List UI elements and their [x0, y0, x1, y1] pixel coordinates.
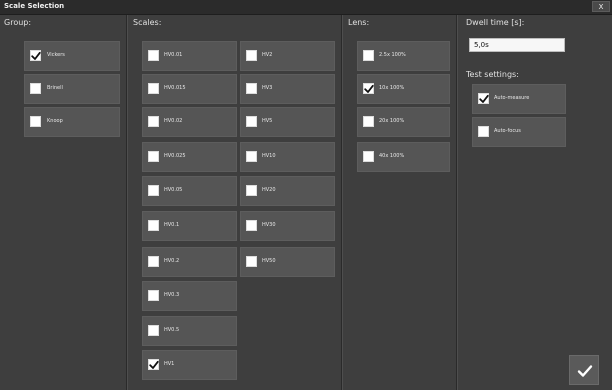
checkbox[interactable] — [246, 185, 257, 196]
lens-label: 20x 100% — [379, 118, 405, 124]
scale-hv10-button[interactable]: HV10 — [240, 142, 335, 172]
lens-2-5x-button[interactable]: 2.5x 100% — [357, 41, 450, 71]
checkbox[interactable] — [148, 220, 159, 231]
scale-label: HV2 — [262, 52, 273, 58]
scale-label: HV0.01 — [164, 52, 183, 58]
lens-20x-button[interactable]: 20x 100% — [357, 107, 450, 137]
checkbox[interactable] — [148, 151, 159, 162]
scale-hv0-02-button[interactable]: HV0.02 — [142, 107, 237, 137]
scale-hv0-5-button[interactable]: HV0.5 — [142, 316, 237, 346]
checkmark-icon — [31, 51, 41, 60]
group-vickers-button[interactable]: Vickers — [24, 41, 120, 71]
scale-label: HV0.3 — [164, 292, 180, 298]
lens-heading: Lens: — [348, 18, 370, 27]
checkbox[interactable] — [30, 83, 41, 94]
scale-hv0-025-button[interactable]: HV0.025 — [142, 142, 237, 172]
checkbox[interactable] — [478, 126, 489, 137]
confirm-button[interactable] — [569, 355, 599, 385]
checkbox[interactable] — [363, 151, 374, 162]
scale-hv20-button[interactable]: HV20 — [240, 176, 335, 206]
auto-focus-button[interactable]: Auto-focus — [472, 117, 566, 147]
checkbox[interactable] — [363, 50, 374, 61]
checkbox[interactable] — [363, 83, 374, 94]
scale-label: HV0.1 — [164, 222, 180, 228]
setting-label: Auto-focus — [494, 128, 521, 134]
checkbox[interactable] — [246, 220, 257, 231]
title-bar: Scale Selection X — [0, 0, 612, 15]
scale-label: HV0.025 — [164, 153, 186, 159]
confirm-check-icon — [577, 365, 593, 377]
checkbox[interactable] — [246, 83, 257, 94]
scale-label: HV1 — [164, 361, 175, 367]
lens-label: 2.5x 100% — [379, 52, 406, 58]
separator — [341, 15, 343, 390]
group-brinell-button[interactable]: Brinell — [24, 74, 120, 104]
auto-measure-button[interactable]: Auto-measure — [472, 84, 566, 114]
scale-label: HV30 — [262, 222, 276, 228]
lens-40x-button[interactable]: 40x 100% — [357, 142, 450, 172]
checkbox[interactable] — [246, 116, 257, 127]
lens-label: 40x 100% — [379, 153, 405, 159]
lens-label: 10x 100% — [379, 85, 405, 91]
scale-hv0-015-button[interactable]: HV0.015 — [142, 74, 237, 104]
group-item-label: Vickers — [47, 52, 65, 58]
scale-hv0-2-button[interactable]: HV0.2 — [142, 247, 237, 277]
close-button[interactable]: X — [592, 1, 610, 12]
scale-hv1-button[interactable]: HV1 — [142, 350, 237, 380]
scale-label: HV0.015 — [164, 85, 186, 91]
window-title: Scale Selection — [4, 2, 65, 10]
checkmark-icon — [364, 84, 374, 93]
group-knoop-button[interactable]: Knoop — [24, 107, 120, 137]
scale-label: HV5 — [262, 118, 273, 124]
scale-label: HV20 — [262, 187, 276, 193]
scales-heading: Scales: — [133, 18, 162, 27]
scale-label: HV0.2 — [164, 258, 180, 264]
checkbox[interactable] — [148, 359, 159, 370]
scale-hv0-1-button[interactable]: HV0.1 — [142, 211, 237, 241]
lens-10x-button[interactable]: 10x 100% — [357, 74, 450, 104]
checkmark-icon — [149, 360, 159, 369]
scale-hv0-05-button[interactable]: HV0.05 — [142, 176, 237, 206]
dwell-heading: Dwell time [s]: — [466, 18, 525, 27]
separator — [456, 15, 458, 390]
scale-hv2-button[interactable]: HV2 — [240, 41, 335, 71]
scale-label: HV10 — [262, 153, 276, 159]
separator — [126, 15, 128, 390]
scale-label: HV50 — [262, 258, 276, 264]
checkbox[interactable] — [148, 116, 159, 127]
group-item-label: Brinell — [47, 85, 63, 91]
group-item-label: Knoop — [47, 118, 63, 124]
checkbox[interactable] — [246, 151, 257, 162]
checkmark-icon — [479, 94, 489, 103]
checkbox[interactable] — [30, 50, 41, 61]
scale-hv3-button[interactable]: HV3 — [240, 74, 335, 104]
checkbox[interactable] — [363, 116, 374, 127]
group-heading: Group: — [4, 18, 32, 27]
scale-label: HV0.05 — [164, 187, 183, 193]
checkbox[interactable] — [148, 83, 159, 94]
scale-hv5-button[interactable]: HV5 — [240, 107, 335, 137]
checkbox[interactable] — [148, 290, 159, 301]
scale-label: HV0.5 — [164, 327, 180, 333]
checkbox[interactable] — [148, 325, 159, 336]
test-settings-heading: Test settings: — [466, 70, 519, 79]
scale-hv50-button[interactable]: HV50 — [240, 247, 335, 277]
checkbox[interactable] — [246, 50, 257, 61]
checkbox[interactable] — [30, 116, 41, 127]
scale-hv0-3-button[interactable]: HV0.3 — [142, 281, 237, 311]
setting-label: Auto-measure — [494, 95, 530, 101]
checkbox[interactable] — [148, 50, 159, 61]
checkbox[interactable] — [148, 256, 159, 267]
scale-hv0-01-button[interactable]: HV0.01 — [142, 41, 237, 71]
scale-label: HV0.02 — [164, 118, 183, 124]
checkbox[interactable] — [148, 185, 159, 196]
dwell-time-input[interactable] — [469, 38, 565, 52]
scale-label: HV3 — [262, 85, 273, 91]
checkbox[interactable] — [246, 256, 257, 267]
checkbox[interactable] — [478, 93, 489, 104]
scale-hv30-button[interactable]: HV30 — [240, 211, 335, 241]
